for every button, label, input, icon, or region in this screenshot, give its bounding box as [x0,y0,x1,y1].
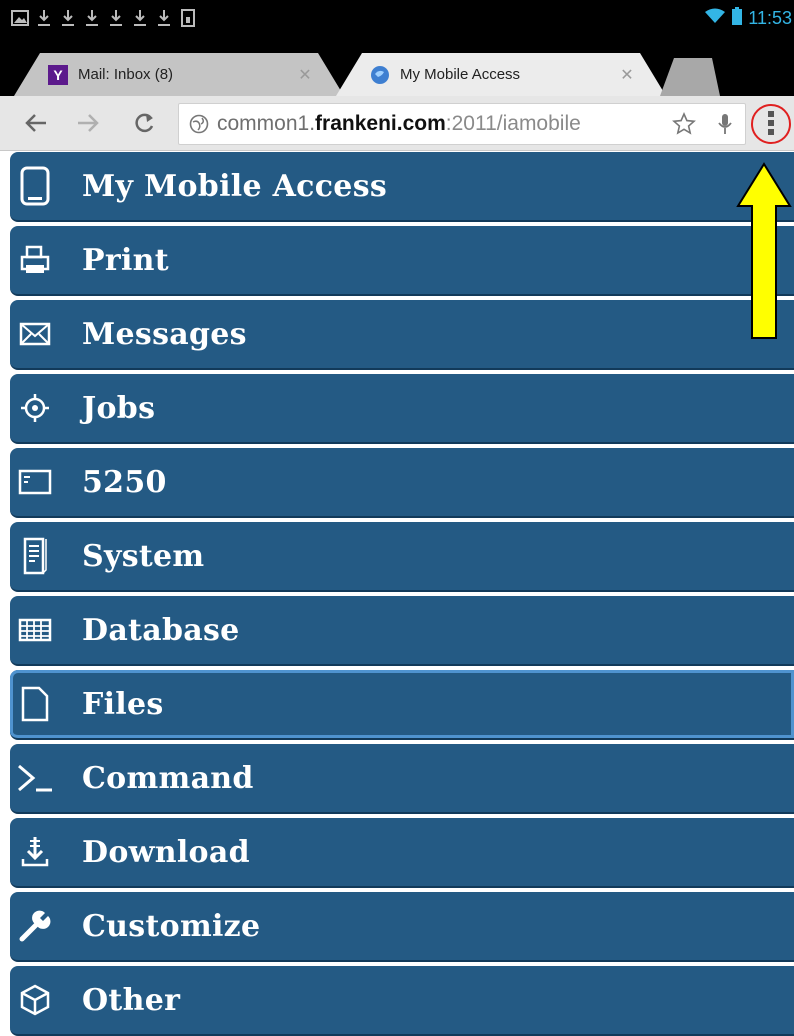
menu-item-label: System [82,538,205,574]
menu-item-label: Command [82,760,254,796]
menu-item-label: Messages [82,316,247,352]
tab-title: Mail: Inbox (8) [78,66,174,83]
download-icon [16,833,54,871]
reload-icon [135,113,154,133]
menu-item-command[interactable]: Command [10,744,794,814]
menu-item-print[interactable]: Print [10,226,794,296]
menu-item-label: Files [82,686,164,722]
notification-area [8,6,200,30]
menu-item-label: Download [82,834,250,870]
cube-icon [16,981,54,1019]
url-path: :2011/iamobile [445,112,581,135]
tab-strip: Y Mail: Inbox (8) ✕ My Mobile Access ✕ [0,40,794,96]
sd-card-icon [176,6,200,30]
menu-item-label: Other [82,982,181,1018]
url-domain: frankeni.com [315,112,446,135]
menu-item-my-mobile-access[interactable]: My Mobile Access [10,152,794,222]
microphone-icon[interactable] [705,112,745,136]
status-bar: 11:53 [0,0,794,40]
browser-toolbar: common1.frankeni.com:2011/iamobile [0,96,794,151]
table-icon [16,611,54,649]
download-icon [152,6,176,30]
back-arrow-icon [25,114,46,132]
menu-item-download[interactable]: Download [10,818,794,888]
url-subdomain: common1. [217,112,316,135]
menu-item-system[interactable]: System [10,522,794,592]
download-icon [32,6,56,30]
image-icon [8,6,32,30]
wifi-icon [704,8,726,29]
menu-item-customize[interactable]: Customize [10,892,794,962]
menu-item-database[interactable]: Database [10,596,794,666]
target-icon [16,389,54,427]
tab-title: My Mobile Access [400,66,521,83]
yahoo-icon: Y [48,64,68,85]
menu-item-label: Database [82,612,240,648]
reload-button[interactable] [126,96,162,150]
printer-icon [16,241,54,279]
tab-my-mobile-access[interactable]: My Mobile Access ✕ [336,53,666,96]
menu-item-5250[interactable]: 5250 [10,448,794,518]
menu-item-files[interactable]: Files [10,670,794,740]
file-icon [16,685,54,723]
forward-button[interactable] [70,96,106,150]
close-icon[interactable]: ✕ [612,65,642,85]
bookmark-star-icon[interactable] [669,112,699,136]
close-icon[interactable]: ✕ [290,65,320,85]
battery-icon [732,6,743,30]
download-icon [104,6,128,30]
address-bar[interactable]: common1.frankeni.com:2011/iamobile [178,103,746,145]
new-tab-button[interactable] [660,58,720,96]
svg-text:Y: Y [53,67,63,83]
command-prompt-icon [16,759,54,797]
download-icon [128,6,152,30]
tablet-icon [16,166,54,206]
annotation-arrow [736,162,792,339]
menu-item-label: Customize [82,908,261,944]
menu-item-other[interactable]: Other [10,966,794,1036]
wrench-icon [16,907,54,945]
menu-item-label: Jobs [82,390,156,426]
globe-icon [187,112,211,136]
clock: 11:53 [748,7,792,28]
envelope-icon [16,315,54,353]
download-icon [80,6,104,30]
tab-mail-inbox[interactable]: Y Mail: Inbox (8) ✕ [14,53,344,96]
server-icon [16,537,54,575]
menu-item-label: 5250 [82,464,167,500]
back-button[interactable] [18,96,54,150]
forward-arrow-icon [78,114,99,132]
download-icon [56,6,80,30]
menu-item-label: My Mobile Access [82,168,388,204]
globe-icon [370,65,390,85]
url-text: common1.frankeni.com:2011/iamobile [217,112,669,136]
menu-item-jobs[interactable]: Jobs [10,374,794,444]
menu-highlight-circle [751,104,791,144]
terminal-window-icon [16,463,54,501]
system-status: 11:53 [704,6,792,30]
menu-item-messages[interactable]: Messages [10,300,794,370]
menu-item-label: Print [82,242,169,278]
